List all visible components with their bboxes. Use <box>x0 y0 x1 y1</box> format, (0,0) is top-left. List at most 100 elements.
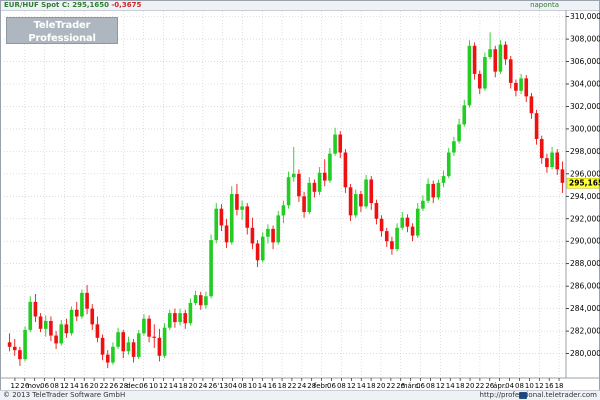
candle-body <box>49 320 53 336</box>
candle-body <box>333 134 337 154</box>
x-tick-label: 14 <box>70 382 79 390</box>
candle-body <box>38 316 43 329</box>
x-axis: 12 26nov.06 08 12 14 16 20 22 26 28dec.06 10 12 14 18… <box>1 377 599 390</box>
candle-body <box>410 226 415 236</box>
candle-body <box>59 324 64 344</box>
x-tick-label: 08 <box>426 382 435 390</box>
candle-body <box>441 176 446 183</box>
y-tick-label: 282,0000 <box>570 327 600 336</box>
y-tick-label: 298,0000 <box>570 147 600 156</box>
candle-body <box>426 183 430 201</box>
candle-body <box>514 82 518 91</box>
candle-body <box>28 301 33 330</box>
x-tick-label: 22 <box>386 382 395 390</box>
candle-body <box>209 240 213 297</box>
candle-body <box>493 49 498 72</box>
candle-body <box>198 295 203 306</box>
x-tick-label: 22 <box>100 382 109 390</box>
x-tick-label: 20 <box>377 382 386 390</box>
candle-body <box>297 173 301 197</box>
candle-body <box>395 227 399 250</box>
x-tick-label: 16 <box>545 382 554 390</box>
candle-body <box>539 139 544 159</box>
footer-bar: © 2013 TeleTrader Software GmbH http://p… <box>0 390 600 400</box>
y-tick-label: 280,0000 <box>570 349 600 358</box>
candle-body <box>240 206 244 210</box>
candle-body <box>534 113 539 140</box>
x-tick-label: 08 <box>50 382 59 390</box>
candle-body <box>136 333 141 357</box>
candle-body <box>271 228 275 243</box>
y-tick-label: 284,0000 <box>570 304 600 313</box>
candle-body <box>90 308 95 325</box>
grid <box>4 11 566 377</box>
x-tick-label: 20 <box>466 382 475 390</box>
x-tick-label: 20 <box>90 382 99 390</box>
candlestick-chart[interactable]: 280,0000 282,0000 284,0000 286,0000 288,0000… <box>0 0 600 400</box>
candle-body <box>111 346 115 363</box>
y-tick-label: 302,0000 <box>570 102 600 111</box>
x-tick-label: 24 <box>297 382 306 390</box>
candle-body <box>260 236 265 261</box>
candle-body <box>555 152 560 170</box>
candle-body <box>69 309 74 334</box>
candle-body <box>545 158 549 168</box>
candle-body <box>508 59 513 83</box>
x-tick-label: 12 <box>535 382 544 390</box>
x-tick-label: 12 <box>347 382 356 390</box>
candle-body <box>100 337 105 355</box>
last-price-label: 295,1650 <box>569 179 600 188</box>
candle-body <box>157 337 162 356</box>
candle-body <box>229 194 234 243</box>
candle-body <box>188 303 193 324</box>
candle-body <box>519 78 523 91</box>
y-tick-label: 296,0000 <box>570 169 600 178</box>
footer-link[interactable]: http://professional.teletrader.com <box>480 391 597 400</box>
x-tick-label: 14 <box>446 382 455 390</box>
candle-body <box>431 183 436 198</box>
candle-body <box>74 309 79 317</box>
candle-body <box>302 196 306 213</box>
x-tick-label: 06 <box>416 382 425 390</box>
candle-body <box>560 169 565 183</box>
x-tick-label: 12 <box>60 382 69 390</box>
x-tick-label: 18 <box>367 382 376 390</box>
candle-body <box>462 105 467 125</box>
candle-body <box>214 208 219 241</box>
candle-body <box>421 200 425 209</box>
candle-body <box>524 78 529 97</box>
x-tick-label: 20 <box>189 382 198 390</box>
x-tick-label: 06 <box>40 382 49 390</box>
x-tick-label: '13 <box>217 382 228 390</box>
x-tick-label: 26 <box>109 382 118 390</box>
candle-body <box>33 301 38 317</box>
candle-body <box>142 318 146 334</box>
candle-body <box>384 231 389 242</box>
y-tick-label: 288,0000 <box>570 259 600 268</box>
x-tick-label: 14 <box>258 382 267 390</box>
candle-body <box>18 350 22 360</box>
x-tick-label: 10 <box>525 382 534 390</box>
candle-body <box>317 172 322 192</box>
candle-body <box>312 182 317 192</box>
candle-body <box>353 194 358 216</box>
candle-body <box>219 208 224 226</box>
x-tick-label: 06 <box>327 382 336 390</box>
candle-body <box>457 124 461 142</box>
copyright-text: © 2013 TeleTrader Software GmbH <box>3 391 126 399</box>
candle-body <box>483 57 487 89</box>
x-tick-label: 08 <box>337 382 346 390</box>
candle-body <box>307 182 312 213</box>
candle-body <box>12 346 17 351</box>
candle-body <box>364 179 368 207</box>
y-tick-label: 292,0000 <box>570 214 600 223</box>
candle-body <box>255 243 260 261</box>
x-tick-label: 08 <box>238 382 247 390</box>
candle-body <box>343 152 348 188</box>
candle-body <box>224 225 229 243</box>
x-tick-label: 16 <box>268 382 277 390</box>
candle-body <box>415 208 420 236</box>
candle-body <box>472 45 477 74</box>
candle-body <box>405 217 410 227</box>
candle-body <box>95 324 100 338</box>
